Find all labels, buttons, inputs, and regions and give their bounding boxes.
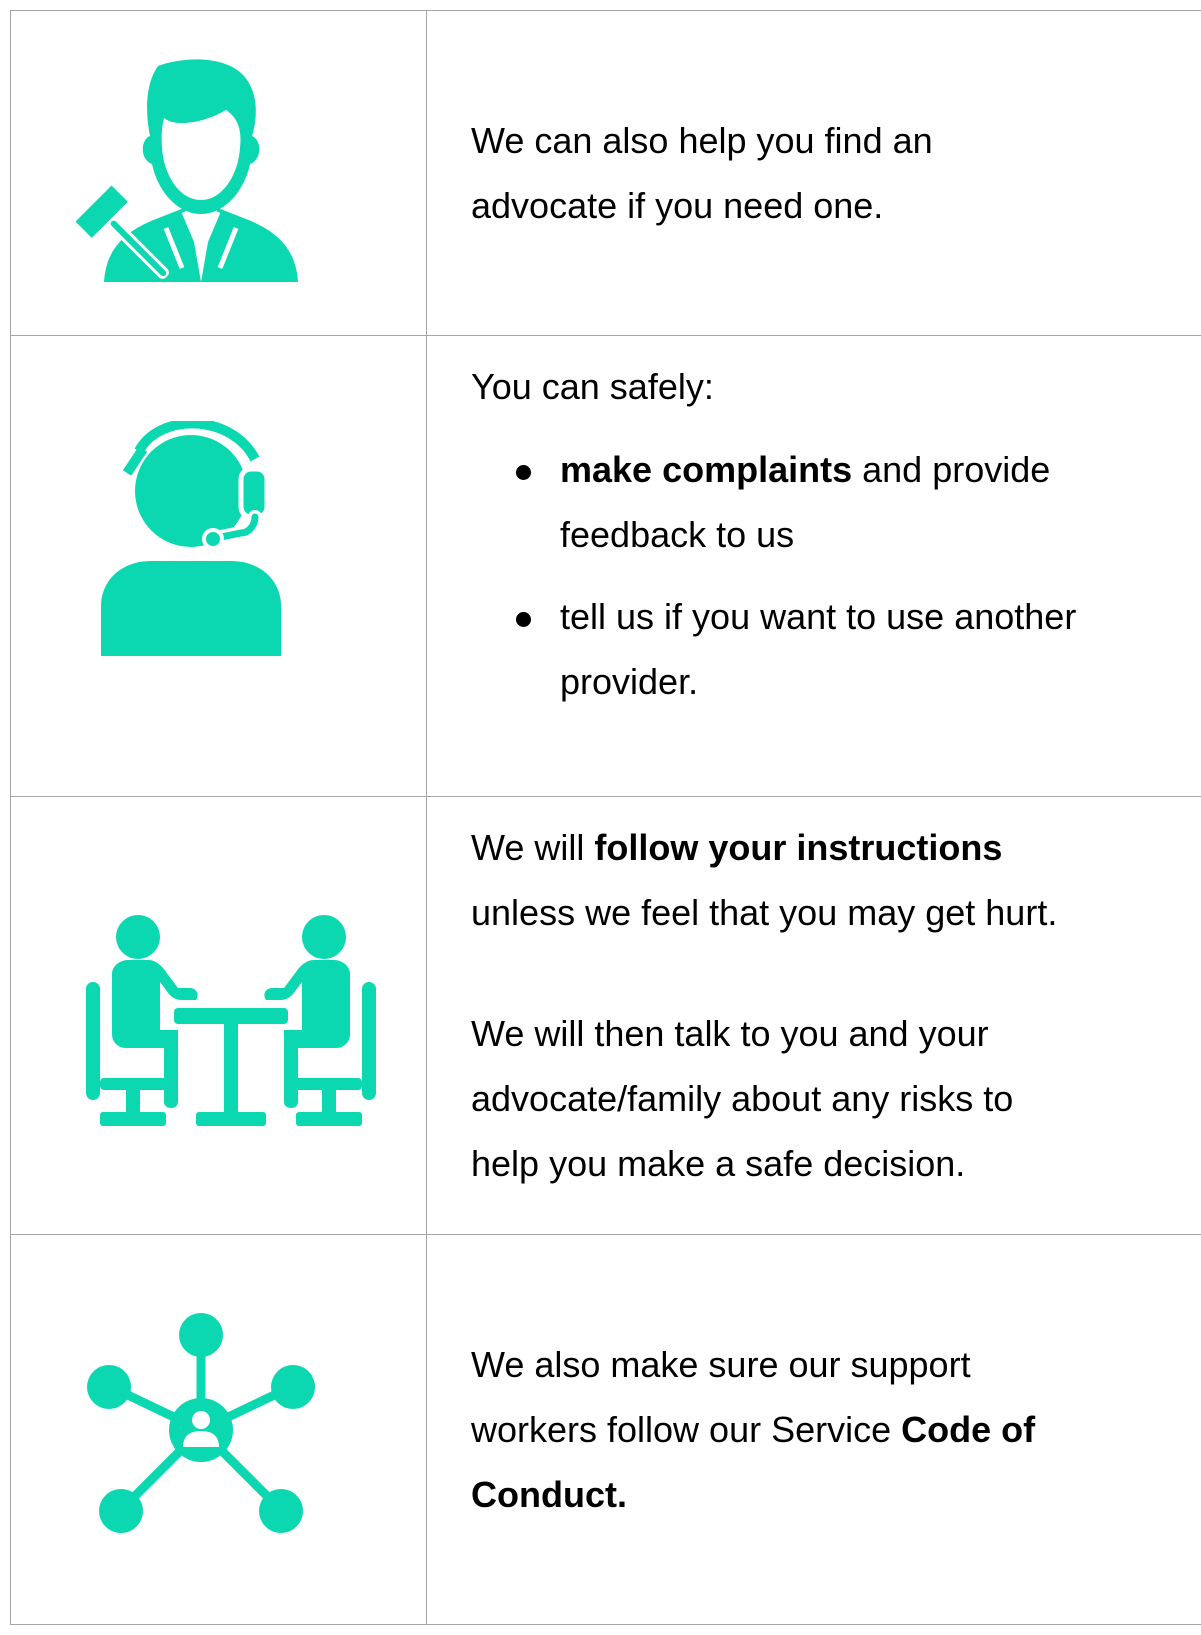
bold-text: follow your instructions [594, 827, 1003, 868]
icon-cell [11, 797, 427, 1234]
text-line: advocate if you need one. [471, 185, 884, 226]
table-row: You can safely: make complaints and prov… [10, 336, 1201, 797]
paragraph: We also make sure our support workers fo… [471, 1332, 1195, 1527]
text-cell: We will follow your instructions unless … [427, 797, 1201, 1234]
bullet-list: make complaints and provide feedback to … [471, 437, 1195, 731]
text-line: unless we feel that you may get hurt. [471, 892, 1058, 933]
bold-text: make complaints [560, 449, 853, 490]
bold-text: Code of [901, 1409, 1036, 1450]
network-hub-person-icon [87, 1313, 315, 1533]
table-row: We can also help you find an advocate if… [10, 11, 1201, 336]
icon-cell [11, 11, 427, 335]
text-cell: We also make sure our support workers fo… [427, 1235, 1201, 1624]
text-cell: We can also help you find an advocate if… [427, 11, 1201, 335]
text-cell: You can safely: make complaints and prov… [427, 336, 1201, 796]
table-row: We will follow your instructions unless … [10, 797, 1201, 1235]
text: and provide [852, 449, 1051, 490]
lawyer-with-gavel-icon [70, 59, 298, 282]
content-table: We can also help you find an advocate if… [10, 10, 1201, 1625]
text-line: We will then talk to you and your [471, 1013, 989, 1054]
text-line: We can also help you find an [471, 120, 933, 161]
icon-cell [11, 336, 427, 796]
text-line: help you make a safe decision. [471, 1143, 966, 1184]
text-line: provider. [560, 661, 699, 702]
paragraph: We will follow your instructions unless … [471, 815, 1195, 945]
headset-support-person-icon [101, 421, 281, 656]
text-line: tell us if you want to use another [560, 596, 1077, 637]
paragraph: We can also help you find an advocate if… [471, 108, 1195, 238]
table-row: We also make sure our support workers fo… [10, 1235, 1201, 1625]
meeting-at-table-icon [86, 915, 376, 1126]
list-item: make complaints and provide feedback to … [516, 437, 1195, 567]
bold-text: Conduct. [471, 1474, 627, 1515]
intro-text: You can safely: [471, 366, 714, 407]
text-line: feedback to us [560, 514, 795, 555]
list-item: tell us if you want to use another provi… [516, 584, 1195, 714]
text: We will [471, 827, 595, 868]
icon-cell [11, 1235, 427, 1624]
text-line: We also make sure our support [471, 1344, 971, 1385]
text-line: advocate/family about any risks to [471, 1078, 1014, 1119]
paragraph: We will then talk to you and your advoca… [471, 1001, 1195, 1196]
text: workers follow our Service [471, 1409, 902, 1450]
